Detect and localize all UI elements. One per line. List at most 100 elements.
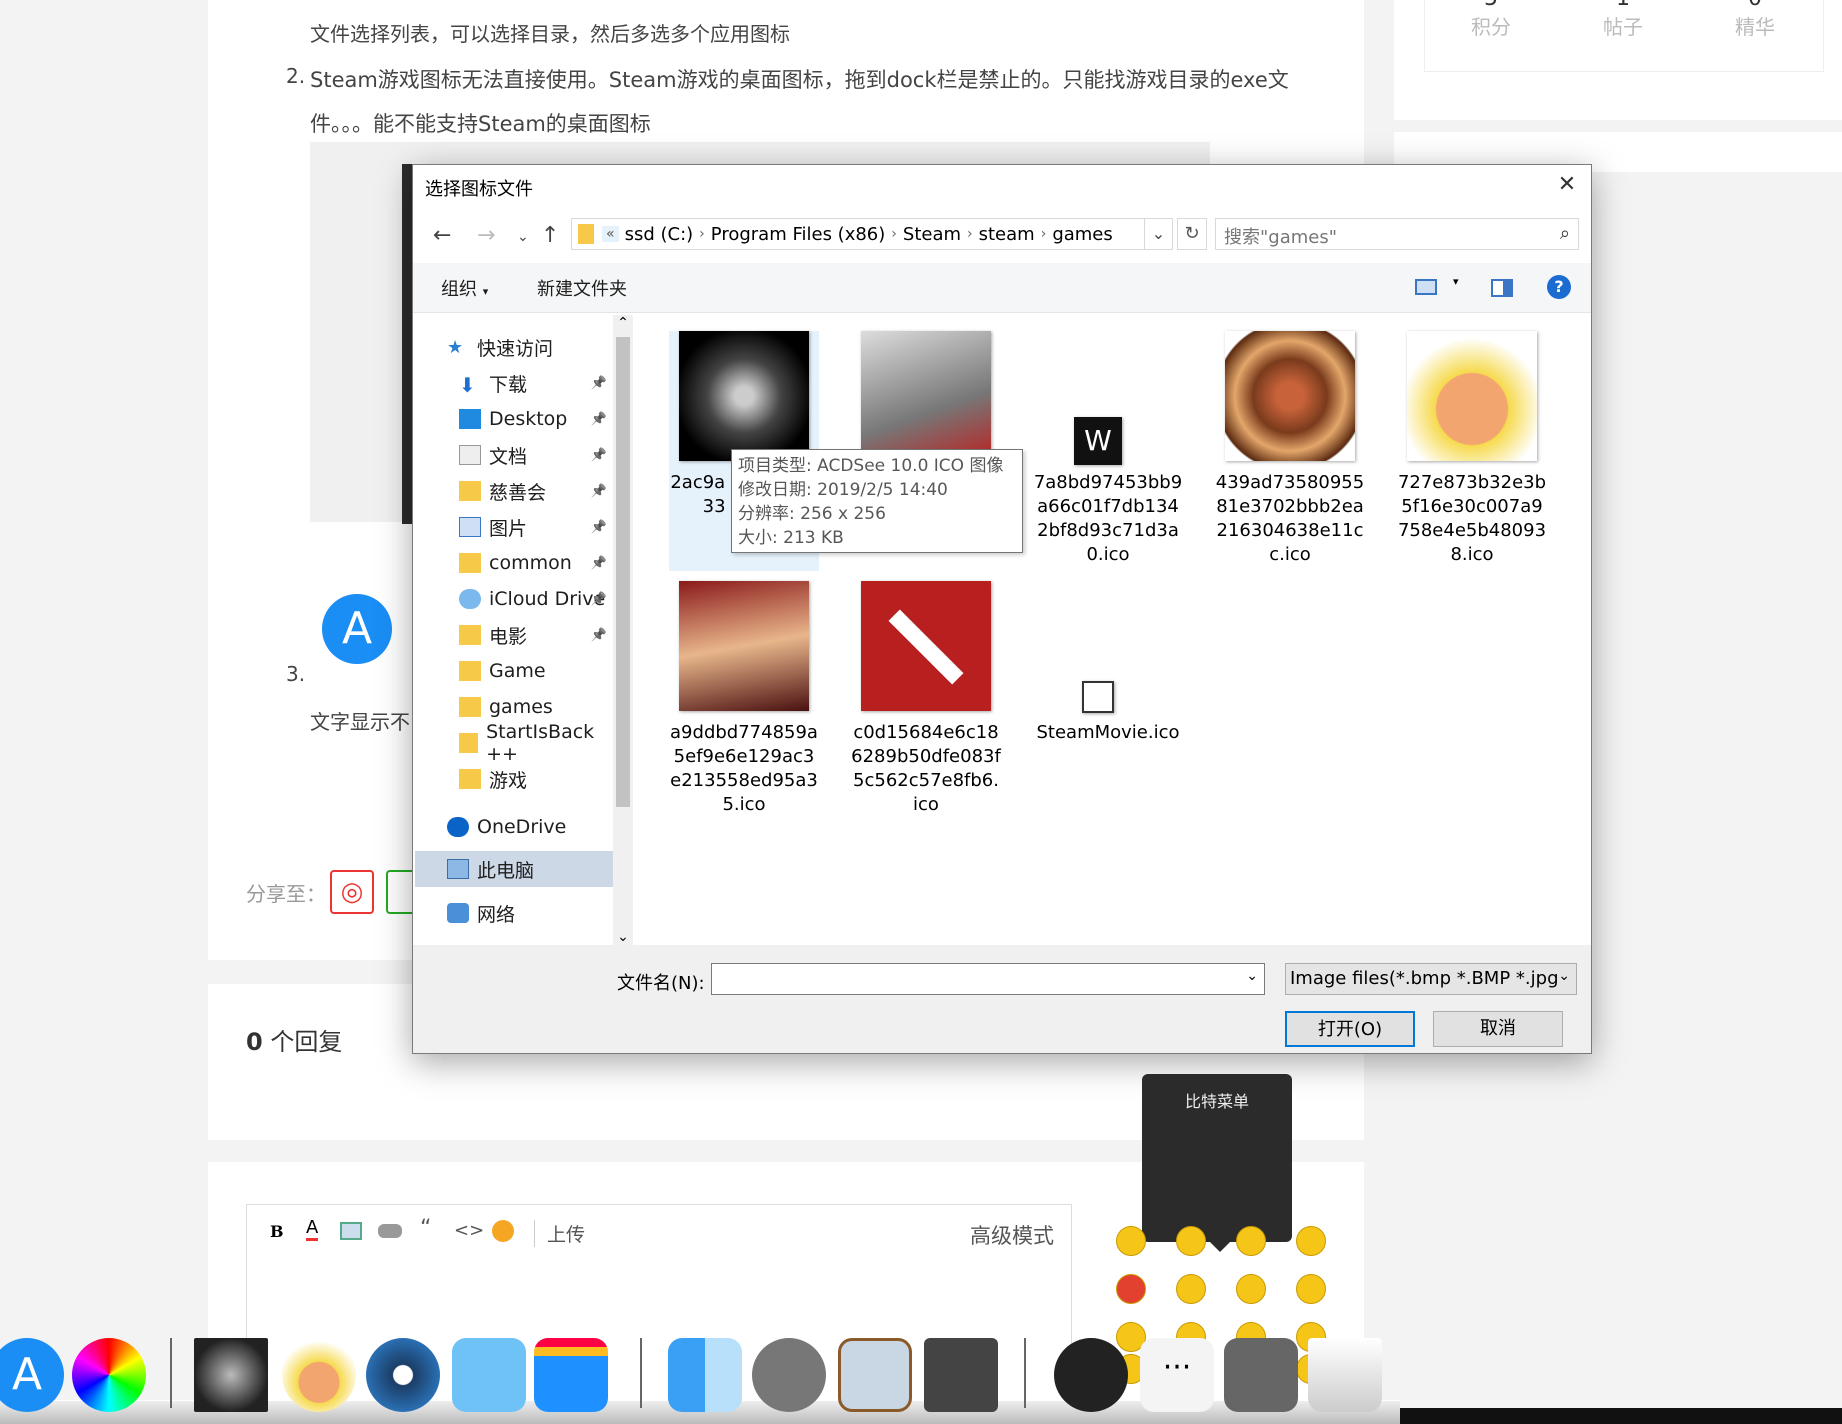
emoji-face-icon[interactable] — [1176, 1274, 1206, 1304]
sidebar-item-0[interactable]: ★ 快速访问 — [415, 329, 613, 365]
advanced-mode-link[interactable]: 高级模式 — [970, 1220, 1054, 1250]
chevron-down-icon[interactable]: ▾ — [1453, 275, 1459, 288]
breadcrumb-program-files[interactable]: Program Files (x86) — [711, 224, 886, 245]
font-color-icon[interactable]: A — [306, 1218, 319, 1241]
filename-input[interactable]: ⌄ — [711, 963, 1265, 995]
chevron-down-icon[interactable]: ⌄ — [1246, 968, 1258, 984]
color-wheel-icon[interactable] — [72, 1338, 146, 1412]
breadcrumb-steam[interactable]: Steam — [903, 224, 961, 245]
breadcrumb-prefix[interactable]: « — [602, 226, 619, 242]
file-cabinet-icon[interactable] — [838, 1338, 912, 1412]
scroll-up-icon[interactable]: ⌃ — [613, 315, 633, 331]
scroll-thumb[interactable] — [616, 337, 630, 807]
emoji-face-icon[interactable] — [1116, 1274, 1146, 1304]
file-item[interactable]: c0d15684e6c186289b50dfe083f5c562c57e8fb6… — [851, 581, 1001, 821]
sidebar-item-1[interactable]: ⬇ 下载 📌 — [415, 365, 613, 401]
finder-icon[interactable] — [668, 1338, 742, 1412]
chevron-down-icon: ⌄ — [1558, 968, 1570, 984]
upload-button[interactable]: 上传 — [534, 1220, 585, 1247]
sidebar-item-14[interactable]: 此电脑 — [415, 851, 613, 887]
file-item[interactable]: 439ad7358095581e3702bbb2ea216304638e11cc… — [1215, 331, 1365, 571]
cancel-button[interactable]: 取消 — [1433, 1011, 1563, 1047]
sidebar-item-13[interactable]: OneDrive — [415, 809, 613, 845]
pin-icon[interactable]: 📌 — [591, 412, 607, 427]
more-icon[interactable]: ··· — [1140, 1338, 1214, 1412]
refresh-icon[interactable]: ↻ — [1177, 218, 1207, 250]
blonde-face-icon[interactable] — [282, 1338, 356, 1412]
trash-icon[interactable] — [1308, 1338, 1382, 1412]
file-item[interactable]: W 7a8bd97453bb9a66c01f7db1342bf8d93c71d3a… — [1033, 331, 1183, 571]
pin-icon[interactable]: 📌 — [591, 520, 607, 535]
wm-logo-icon: W — [1074, 417, 1122, 465]
pin-icon[interactable]: 📌 — [591, 628, 607, 643]
sidebar-item-12[interactable]: 游戏 — [415, 761, 613, 797]
up-arrow-icon[interactable]: ↑ — [541, 223, 559, 248]
search-input[interactable]: 搜索"games" ⌕ — [1215, 218, 1579, 250]
address-bar[interactable]: « ssd (C:) › Program Files (x86) › Steam › … — [571, 218, 1145, 250]
new-folder-button[interactable]: 新建文件夹 — [537, 275, 627, 301]
dock-separator — [170, 1338, 172, 1408]
link-icon[interactable] — [378, 1224, 402, 1238]
sidebar-item-10[interactable]: games — [415, 689, 613, 725]
organize-menu[interactable]: 组织 ▾ — [441, 275, 488, 301]
dashboard-icon[interactable] — [1054, 1338, 1128, 1412]
weibo-share-button[interactable]: ◎ — [330, 870, 374, 914]
emoji-face-icon[interactable] — [1236, 1226, 1266, 1256]
view-options-icon[interactable] — [1415, 279, 1437, 295]
breadcrumb-steam-lower[interactable]: steam — [979, 224, 1035, 245]
file-item[interactable]: a9ddbd774859a5ef9e6e129ac3e213558ed95a35… — [669, 581, 819, 821]
forward-arrow-icon[interactable]: → — [477, 223, 495, 248]
wechat-share-button[interactable] — [386, 870, 414, 914]
bold-icon[interactable]: B — [270, 1222, 284, 1241]
sidebar-item-5[interactable]: 图片 📌 — [415, 509, 613, 545]
steam-icon[interactable] — [366, 1338, 440, 1412]
image-icon[interactable] — [340, 1222, 362, 1240]
open-button[interactable]: 打开(O) — [1285, 1011, 1415, 1047]
emoji-face-icon[interactable] — [1296, 1274, 1326, 1304]
pin-icon[interactable]: 📌 — [591, 484, 607, 499]
calculator-icon[interactable] — [924, 1338, 998, 1412]
recent-dropdown-icon[interactable]: ⌄ — [517, 229, 529, 245]
sidebar-item-label: 下载 — [489, 373, 528, 396]
preview-pane-icon[interactable] — [1491, 279, 1513, 297]
help-icon[interactable]: ? — [1547, 275, 1571, 299]
filetype-select[interactable]: Image files(*.bmp *.BMP *.jpg ⌄ — [1285, 963, 1577, 995]
close-icon[interactable]: ✕ — [1551, 171, 1583, 199]
pin-icon[interactable]: 📌 — [591, 448, 607, 463]
breadcrumb-games[interactable]: games — [1052, 224, 1112, 245]
file-item[interactable]: 727e873b32e3b5f16e30c007a9758e4e5b480938… — [1397, 331, 1547, 571]
sidebar-item-2[interactable]: Desktop 📌 — [415, 401, 613, 437]
address-dropdown-icon[interactable]: ⌄ — [1145, 218, 1173, 250]
emoji-face-icon[interactable] — [1176, 1226, 1206, 1256]
file-item[interactable]: SteamMovie.ico — [1033, 581, 1183, 821]
launchpad-icon[interactable] — [752, 1338, 826, 1412]
sidebar-item-4[interactable]: 慈善会 📌 — [415, 473, 613, 509]
window-app-icon[interactable] — [534, 1338, 608, 1412]
sidebar-item-8[interactable]: 电影 📌 — [415, 617, 613, 653]
sidebar-item-7[interactable]: iCloud Drive 📌 — [415, 581, 613, 617]
scroll-down-icon[interactable]: ⌄ — [613, 929, 633, 945]
sidebar-item-6[interactable]: common 📌 — [415, 545, 613, 581]
nav-scrollbar[interactable]: ⌃ ⌄ — [613, 315, 633, 945]
quote-icon[interactable]: “ — [420, 1216, 431, 1241]
pin-icon[interactable]: 📌 — [591, 556, 607, 571]
sidebar-item-9[interactable]: Game — [415, 653, 613, 689]
system-preferences-icon[interactable] — [1224, 1338, 1298, 1412]
code-icon[interactable]: <> — [454, 1220, 484, 1241]
dock-separator — [640, 1338, 642, 1408]
pin-icon[interactable]: 📌 — [591, 376, 607, 391]
emoji-face-icon[interactable] — [1236, 1274, 1266, 1304]
sidebar-item-3[interactable]: 文档 📌 — [415, 437, 613, 473]
warrior-icon — [861, 331, 991, 461]
emoji-face-icon[interactable] — [1296, 1226, 1326, 1256]
emoji-face-icon[interactable] — [1116, 1226, 1146, 1256]
monster-hunter-icon[interactable] — [194, 1338, 268, 1412]
sidebar-item-15[interactable]: 网络 — [415, 895, 613, 931]
back-arrow-icon[interactable]: ← — [433, 223, 451, 248]
sidebar-item-11[interactable]: StartIsBack ++ — [415, 721, 613, 765]
pin-icon[interactable]: 📌 — [591, 592, 607, 607]
breadcrumb-drive[interactable]: ssd (C:) — [625, 224, 694, 245]
filetype-value: Image files(*.bmp *.BMP *.jpg — [1290, 968, 1559, 989]
folder-icon[interactable] — [452, 1338, 526, 1412]
emoji-icon[interactable] — [492, 1220, 514, 1242]
